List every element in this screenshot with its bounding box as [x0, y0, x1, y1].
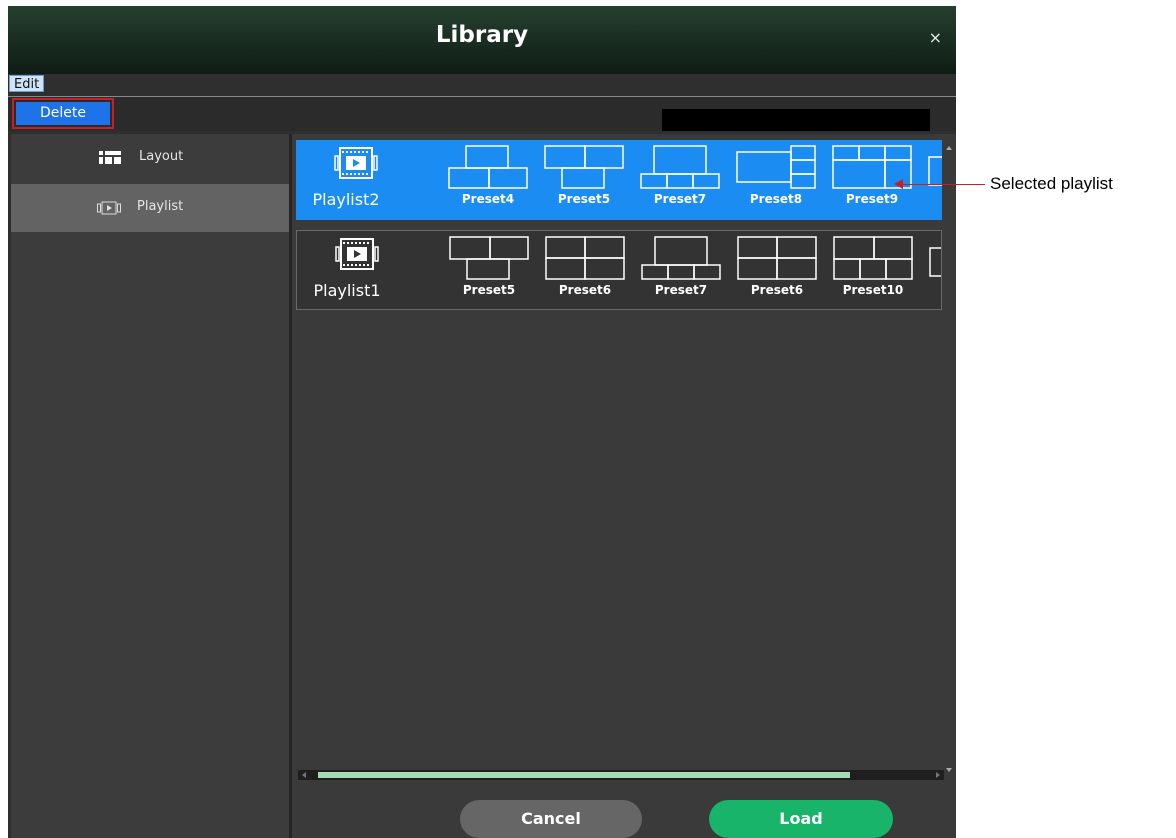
preset-label: Preset7 — [653, 192, 707, 206]
playlist-row[interactable]: Playlist1 Preset5 Preset6 Preset7 Preset… — [296, 230, 942, 310]
sidebar-item-layout[interactable]: Layout — [11, 134, 289, 182]
preset-thumbnail[interactable]: Preset5 — [536, 140, 632, 220]
preset-thumbnail[interactable]: Preset6 — [537, 231, 633, 309]
preset-label: Preset7 — [654, 283, 708, 297]
preset-label: Preset6 — [750, 283, 804, 297]
preset-layout-icon — [736, 145, 816, 189]
playlist-name: Playlist2 — [312, 190, 380, 209]
toolbar: Delete — [8, 96, 956, 131]
preset-layout-icon — [448, 145, 528, 189]
delete-highlight: Delete — [12, 98, 114, 129]
playlist-name: Playlist1 — [313, 281, 381, 300]
callout-label: Selected playlist — [990, 174, 1113, 193]
callout-line — [902, 184, 985, 185]
title-bar: Library × — [8, 6, 956, 74]
preset-thumbnail[interactable]: Preset4 — [440, 140, 536, 220]
dialog-title: Library — [435, 22, 529, 48]
menu-bar: Edit — [8, 74, 956, 94]
preset-label: Preset10 — [842, 283, 904, 297]
cancel-button[interactable]: Cancel — [460, 800, 642, 838]
scroll-right-icon[interactable] — [936, 772, 940, 778]
preset-thumbnail[interactable]: Preset7 — [633, 231, 729, 309]
edit-menu[interactable]: Edit — [9, 75, 45, 92]
playlist-panel: Playlist2 Preset4 Preset5 Preset7 Preset… — [292, 134, 956, 838]
preset-thumbnail[interactable]: Preset9 — [824, 140, 920, 220]
preset-thumbnail[interactable]: Preset6 — [729, 231, 825, 309]
preset-thumbnail-partial[interactable] — [920, 140, 942, 220]
preset-layout-icon — [928, 156, 942, 186]
scroll-left-icon[interactable] — [302, 772, 306, 778]
preset-label: Preset5 — [557, 192, 611, 206]
playlist-icon — [97, 201, 121, 215]
preset-thumbnail-partial[interactable] — [921, 231, 941, 309]
sidebar-item-playlist[interactable]: Playlist — [11, 184, 289, 232]
preset-layout-icon — [640, 145, 720, 189]
preset-layout-icon — [929, 247, 941, 277]
preset-label: Preset6 — [558, 283, 612, 297]
preset-layout-icon — [544, 145, 624, 189]
scrollbar-thumb[interactable] — [318, 772, 850, 778]
vertical-scrollbar[interactable] — [944, 144, 954, 774]
playlist-icon — [334, 147, 378, 179]
sidebar: Layout Playlist — [11, 134, 289, 838]
preset-layout-icon — [545, 236, 625, 280]
preset-thumbnail[interactable]: Preset10 — [825, 231, 921, 309]
scroll-down-icon[interactable] — [946, 768, 952, 772]
sidebar-item-label: Playlist — [137, 199, 184, 214]
layout-icon — [99, 151, 121, 164]
preset-label: Preset4 — [461, 192, 515, 206]
delete-button[interactable]: Delete — [16, 102, 110, 125]
preset-layout-icon — [833, 236, 913, 280]
preset-layout-icon — [641, 236, 721, 280]
preset-thumbnail[interactable]: Preset8 — [728, 140, 824, 220]
preset-label: Preset5 — [462, 283, 516, 297]
search-input[interactable] — [662, 109, 930, 131]
preset-label: Preset8 — [749, 192, 803, 206]
sidebar-item-label: Layout — [139, 149, 184, 164]
load-button[interactable]: Load — [709, 800, 893, 838]
preset-layout-icon — [737, 236, 817, 280]
preset-thumbnail[interactable]: Preset5 — [441, 231, 537, 309]
playlist-row-selected[interactable]: Playlist2 Preset4 Preset5 Preset7 Preset… — [296, 140, 942, 220]
horizontal-scrollbar[interactable] — [298, 770, 944, 780]
library-dialog: Library × Edit Delete Layout Playlist Pl… — [8, 6, 956, 838]
callout-arrow-icon — [894, 179, 903, 189]
preset-thumbnail[interactable]: Preset7 — [632, 140, 728, 220]
preset-label: Preset9 — [845, 192, 899, 206]
scroll-up-icon[interactable] — [946, 146, 952, 150]
playlist-icon — [335, 238, 379, 270]
preset-layout-icon — [449, 236, 529, 280]
close-button[interactable]: × — [929, 28, 942, 47]
